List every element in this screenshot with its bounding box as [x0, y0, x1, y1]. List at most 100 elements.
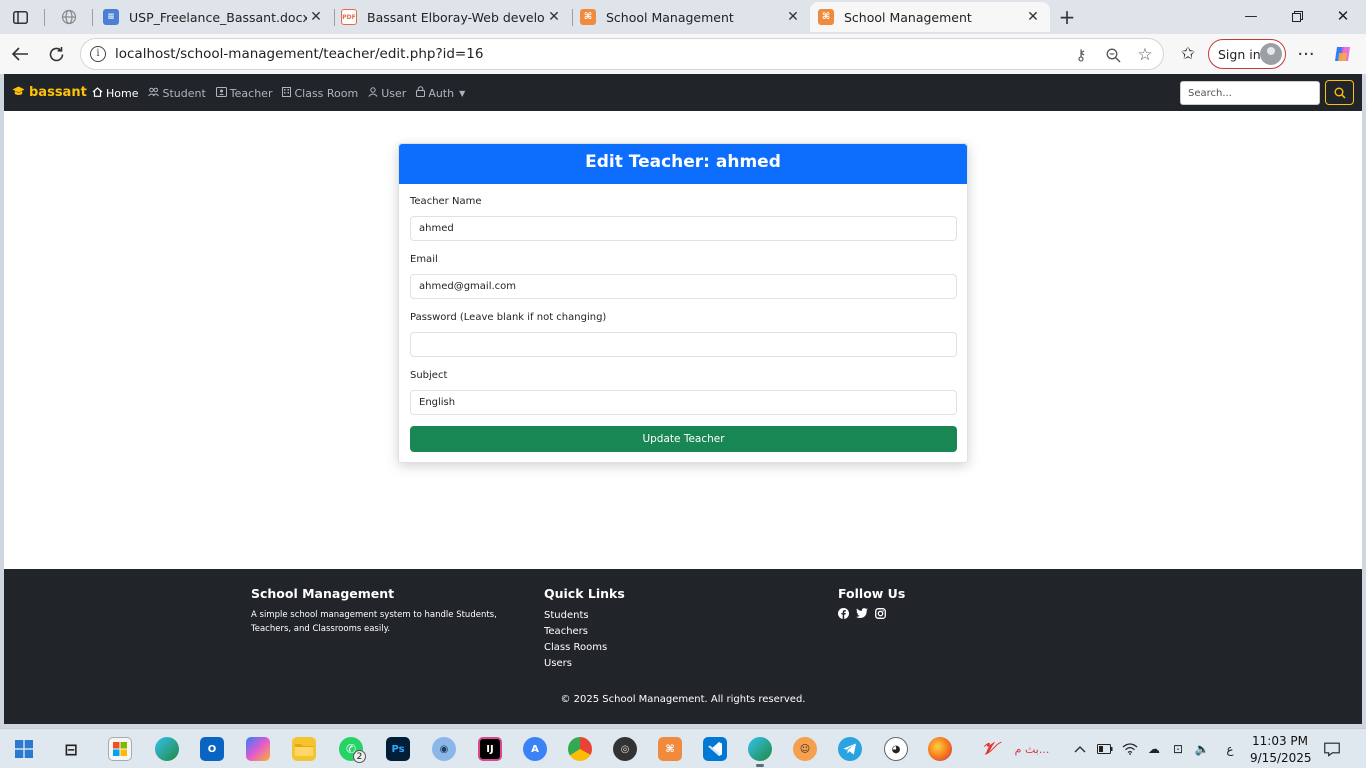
app-a-icon[interactable]: A [523, 737, 547, 761]
footer-link-class-rooms[interactable]: Class Rooms [544, 640, 625, 656]
facebook-icon[interactable] [838, 608, 849, 619]
vscode-icon[interactable] [703, 737, 727, 761]
sign-in-button[interactable]: Sign in [1208, 39, 1286, 69]
nav-auth-dropdown[interactable]: Auth ▼ [416, 86, 465, 100]
wifi-icon[interactable] [1122, 741, 1138, 757]
postman-icon[interactable]: ☺ [793, 737, 817, 761]
footer-link-teachers[interactable]: Teachers [544, 624, 625, 640]
search-button[interactable] [1325, 80, 1354, 105]
email-label: Email [410, 254, 438, 265]
whatsapp-icon[interactable]: ✆ 2 [339, 737, 366, 763]
globe-icon[interactable] [58, 7, 80, 27]
nav-student[interactable]: Student [148, 86, 206, 100]
obs-icon[interactable]: ◎ [613, 737, 637, 761]
footer-quick-links: Quick Links Students Teachers Class Room… [544, 586, 625, 672]
tab-separator [92, 9, 93, 26]
building-icon [282, 86, 292, 100]
browser-tab-school-1[interactable]: ⌘ School Management ✕ [572, 2, 810, 32]
edge-icon[interactable] [155, 737, 179, 761]
window-close-icon[interactable]: ✕ [1320, 0, 1366, 32]
panda-icon[interactable]: ◕ [884, 737, 908, 761]
file-explorer-icon[interactable] [292, 737, 316, 761]
footer-about: School Management A simple school manage… [251, 586, 497, 634]
telegram-icon[interactable] [838, 737, 862, 761]
notification-icon[interactable] [1324, 741, 1340, 757]
arabic-app-icon[interactable]: بث م... [1012, 741, 1052, 757]
xampp-icon: ⌘ [818, 9, 834, 25]
instagram-icon[interactable] [875, 608, 886, 619]
footer: School Management A simple school manage… [4, 569, 1362, 724]
close-icon[interactable]: ✕ [307, 9, 325, 25]
xampp-icon: ⌘ [580, 9, 596, 25]
info-icon[interactable]: i [90, 46, 106, 62]
more-options-icon[interactable]: ··· [1294, 43, 1318, 65]
home-icon [92, 86, 103, 100]
subject-input[interactable]: English [410, 390, 957, 415]
zoom-out-icon[interactable] [1103, 45, 1123, 65]
github-desktop-icon[interactable]: ◉ [432, 737, 456, 761]
copilot-icon[interactable] [1331, 43, 1355, 65]
nav-home[interactable]: Home [92, 86, 138, 100]
person-badge-icon [215, 86, 227, 100]
update-teacher-button[interactable]: Update Teacher [410, 426, 957, 452]
twitter-icon[interactable] [856, 608, 868, 619]
reload-icon[interactable] [44, 43, 68, 65]
task-view-icon[interactable]: ⊟ [59, 737, 83, 761]
word-doc-icon: ≡ [103, 9, 119, 25]
people-icon [148, 87, 160, 100]
edge-active-icon[interactable] [748, 737, 772, 767]
nav-class-room[interactable]: Class Room [282, 86, 358, 100]
volume-icon[interactable]: 🔈 [1194, 741, 1210, 757]
outlook-icon[interactable]: O [200, 737, 224, 761]
person-icon [368, 86, 378, 100]
teacher-name-label: Teacher Name [410, 196, 482, 207]
lock-icon [416, 86, 426, 100]
new-tab-icon[interactable]: + [1056, 5, 1078, 29]
subject-label: Subject [410, 370, 448, 381]
browser-tab-docx[interactable]: ≡ USP_Freelance_Bassant.docx - ال ✕ [95, 2, 333, 32]
photoshop-icon[interactable]: Ps [386, 737, 410, 761]
firefox-icon[interactable] [928, 737, 952, 761]
navbar-brand[interactable]: bassant [12, 85, 87, 100]
address-url[interactable]: localhost/school-management/teacher/edit… [115, 46, 483, 62]
network-icon[interactable]: ⊡ [1170, 741, 1186, 757]
footer-follow: Follow Us [838, 586, 905, 619]
windows-start-icon[interactable] [12, 737, 36, 761]
chevron-up-icon[interactable] [1072, 741, 1088, 757]
chrome-icon[interactable] [568, 737, 592, 761]
avatar [1260, 43, 1282, 65]
xampp-taskbar-icon[interactable]: ⌘ [658, 737, 682, 761]
minimize-icon[interactable]: — [1228, 0, 1274, 32]
close-icon[interactable]: ✕ [545, 9, 563, 25]
microsoft-store-icon[interactable] [108, 737, 132, 761]
email-input[interactable]: ahmed@gmail.com [410, 274, 957, 299]
card-title: Edit Teacher: ahmed [399, 144, 967, 184]
close-icon[interactable]: ✕ [1024, 9, 1042, 25]
nav-user[interactable]: User [368, 86, 406, 100]
search-icon [1334, 87, 1346, 99]
close-icon[interactable]: ✕ [784, 9, 802, 25]
footer-link-users[interactable]: Users [544, 656, 625, 672]
jetbrains-icon[interactable]: IJ [478, 737, 502, 761]
teacher-name-input[interactable]: ahmed [410, 216, 957, 241]
browser-tab-school-active[interactable]: ⌘ School Management ✕ [810, 2, 1050, 32]
copilot-app-icon[interactable] [246, 737, 270, 761]
graduation-cap-icon [12, 86, 25, 100]
favorite-star-icon[interactable]: ☆ [1135, 45, 1155, 65]
restore-icon[interactable] [1274, 0, 1320, 32]
nav-teacher[interactable]: Teacher [215, 86, 272, 100]
search-input[interactable] [1180, 81, 1320, 105]
footer-link-students[interactable]: Students [544, 608, 625, 624]
back-arrow-icon[interactable] [8, 43, 32, 65]
cloud-icon[interactable]: ☁ [1146, 741, 1162, 757]
password-input[interactable] [410, 332, 957, 357]
address-bar[interactable]: i localhost/school-management/teacher/ed… [80, 38, 1164, 70]
clock[interactable]: 11:03 PM 9/15/2025 [1250, 733, 1312, 767]
sidebar-toggle-icon[interactable] [9, 7, 31, 27]
language-indicator[interactable]: ع [1222, 741, 1238, 757]
key-icon[interactable]: ⚷ [1071, 45, 1091, 65]
app-v-icon[interactable]: 𝒱 [977, 737, 1001, 761]
browser-tab-pdf[interactable]: PDF Bassant Elboray-Web developer.p ✕ [333, 2, 571, 32]
battery-icon[interactable] [1097, 741, 1113, 757]
favorites-icon[interactable]: ✩ [1176, 43, 1200, 65]
